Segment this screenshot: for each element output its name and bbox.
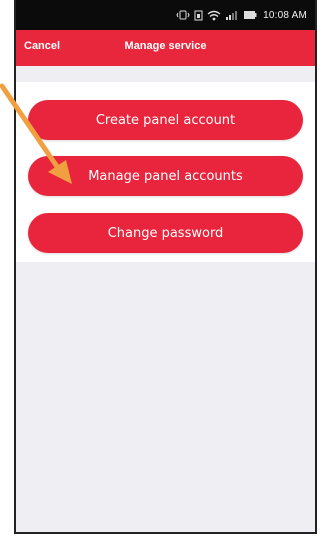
actions-panel: Create panel account Manage panel accoun… [16,82,315,262]
status-bar: 10:08 AM [16,0,315,30]
navigation-bar: Cancel Manage service [16,30,315,66]
battery-icon [243,10,257,20]
page-title: Manage service [124,40,207,52]
status-icons [176,10,257,21]
sim-icon [194,10,203,21]
create-panel-account-button[interactable]: Create panel account [28,100,303,140]
screenshot-page: 10:08 AM Cancel Manage service Create pa… [0,0,323,536]
wifi-icon [207,10,221,21]
status-time: 10:08 AM [263,9,307,21]
change-password-button[interactable]: Change password [28,213,303,253]
phone-screen: 10:08 AM Cancel Manage service Create pa… [14,0,317,534]
signal-icon [225,10,239,20]
manage-panel-accounts-button[interactable]: Manage panel accounts [28,156,303,196]
vibrate-icon [176,10,190,20]
